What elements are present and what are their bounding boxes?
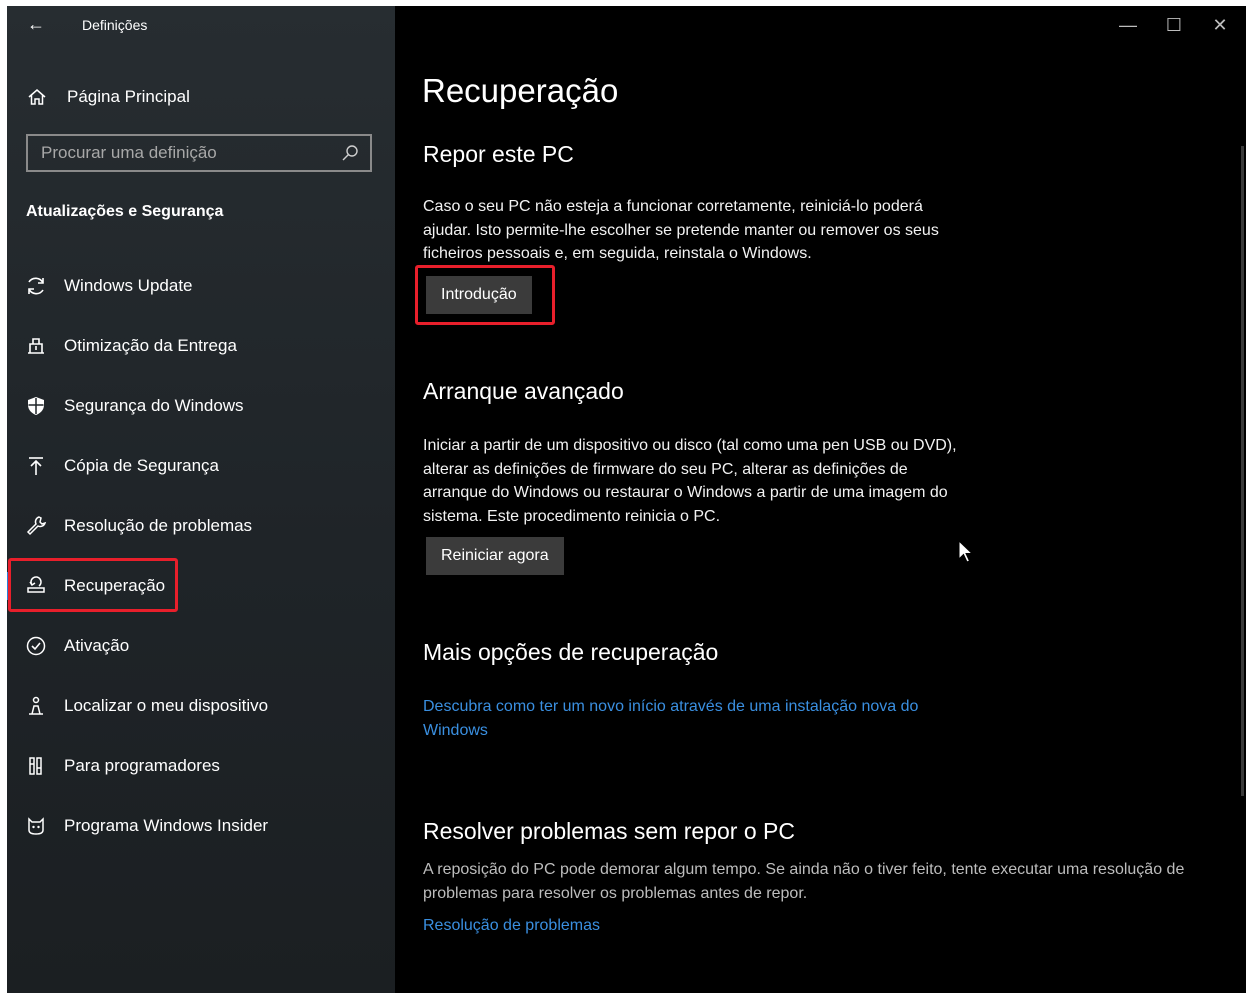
scrollbar[interactable] xyxy=(1241,146,1244,796)
troubleshoot-link[interactable]: Resolução de problemas xyxy=(423,914,600,938)
recovery-icon xyxy=(24,575,48,597)
back-arrow-icon[interactable]: ← xyxy=(27,14,45,35)
home-icon xyxy=(25,87,49,107)
sidebar-item-windows-update[interactable]: Windows Update xyxy=(7,256,395,316)
advanced-startup-heading: Arranque avançado xyxy=(423,378,624,404)
delivery-icon xyxy=(24,335,48,357)
minimize-icon[interactable]: — xyxy=(1108,12,1148,38)
search-input[interactable] xyxy=(28,142,338,164)
mouse-cursor-icon xyxy=(958,540,974,563)
get-started-button[interactable]: Introdução xyxy=(426,276,532,314)
sidebar-item-label: Ativação xyxy=(64,636,130,655)
sidebar-item-insider[interactable]: Programa Windows Insider xyxy=(7,796,395,856)
sidebar-item-windows-security[interactable]: Segurança do Windows xyxy=(7,376,395,436)
sidebar-item-label: Windows Update xyxy=(64,276,193,295)
backup-arrow-icon xyxy=(24,455,48,477)
sidebar-item-label: Resolução de problemas xyxy=(64,516,253,535)
sidebar-item-label: Otimização da Entrega xyxy=(64,336,237,355)
sidebar-item-label: Localizar o meu dispositivo xyxy=(64,696,269,715)
sidebar-item-label: Cópia de Segurança xyxy=(64,456,220,475)
restart-now-button[interactable]: Reiniciar agora xyxy=(426,537,564,575)
sidebar-nav: Windows Update Otimização da Entrega Seg… xyxy=(7,256,395,856)
sidebar-item-activation[interactable]: Ativação xyxy=(7,616,395,676)
reset-heading: Repor este PC xyxy=(423,141,574,167)
page-title: Recuperação xyxy=(422,72,619,109)
wrench-icon xyxy=(24,515,48,537)
sidebar: ← Definições Página Principal Atualizaçõ… xyxy=(7,6,395,993)
fresh-start-link[interactable]: Descubra como ter um novo início através… xyxy=(423,695,963,743)
search-box[interactable] xyxy=(26,134,372,172)
sidebar-item-recovery[interactable]: Recuperação xyxy=(7,556,395,616)
sidebar-item-troubleshoot[interactable]: Resolução de problemas xyxy=(7,496,395,556)
settings-window: ← Definições Página Principal Atualizaçõ… xyxy=(7,6,1246,993)
sidebar-item-developers[interactable]: Para programadores xyxy=(7,736,395,796)
maximize-icon[interactable]: ☐ xyxy=(1154,12,1194,38)
refresh-icon xyxy=(24,275,48,297)
shield-icon xyxy=(24,395,48,417)
sidebar-item-label: Programa Windows Insider xyxy=(64,816,269,835)
more-options-heading: Mais opções de recuperação xyxy=(423,639,719,665)
content-pane: — ☐ ✕ Recuperação Repor este PC Caso o s… xyxy=(395,6,1246,993)
advanced-startup-description: Iniciar a partir de um dispositivo ou di… xyxy=(423,437,957,525)
person-locate-icon xyxy=(24,695,48,717)
developer-tools-icon xyxy=(24,755,48,777)
check-circle-icon xyxy=(24,635,48,657)
home-label: Página Principal xyxy=(67,87,190,106)
sidebar-item-delivery-optimization[interactable]: Otimização da Entrega xyxy=(7,316,395,376)
title-bar: ← Definições xyxy=(7,6,395,46)
sidebar-item-backup[interactable]: Cópia de Segurança xyxy=(7,436,395,496)
section-title: Atualizações e Segurança xyxy=(26,203,224,220)
troubleshoot-description: A reposição do PC pode demorar algum tem… xyxy=(423,861,1185,902)
sidebar-item-label: Segurança do Windows xyxy=(64,396,244,415)
app-title: Definições xyxy=(82,17,148,33)
search-icon[interactable] xyxy=(338,144,362,162)
troubleshoot-heading: Resolver problemas sem repor o PC xyxy=(423,818,795,844)
sidebar-item-label: Recuperação xyxy=(64,576,166,595)
sidebar-item-label: Para programadores xyxy=(64,756,220,775)
close-icon[interactable]: ✕ xyxy=(1200,12,1240,38)
insider-cat-icon xyxy=(24,815,48,837)
home-link[interactable]: Página Principal xyxy=(25,84,190,110)
reset-description: Caso o seu PC não esteja a funcionar cor… xyxy=(423,198,939,262)
sidebar-item-find-my-device[interactable]: Localizar o meu dispositivo xyxy=(7,676,395,736)
